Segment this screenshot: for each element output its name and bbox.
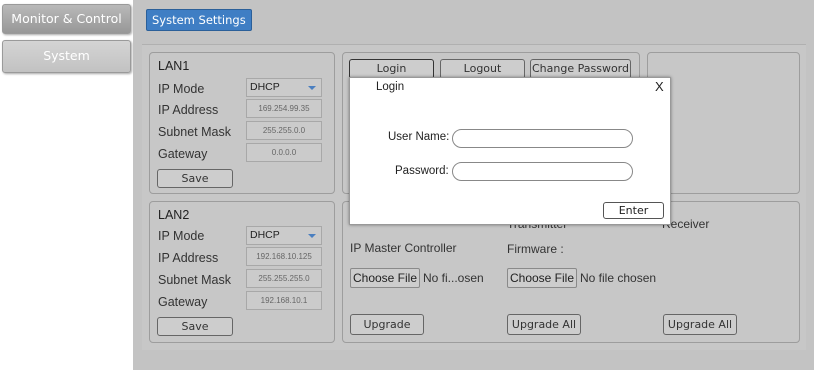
file-status-master: No fi...osen [423, 271, 484, 285]
lan1-subnet-label: Subnet Mask [158, 125, 231, 139]
login-button[interactable]: Login [349, 59, 434, 79]
lan2-ip-address-label: IP Address [158, 251, 219, 265]
enter-button[interactable]: Enter [603, 202, 664, 219]
lan2-ip-mode-value: DHCP [250, 229, 280, 241]
nav-system[interactable]: System [2, 40, 131, 73]
chevron-down-icon [308, 234, 316, 238]
nav-monitor-control[interactable]: Monitor & Control [2, 4, 131, 34]
change-password-button[interactable]: Change Password [530, 59, 631, 79]
username-label: User Name: [388, 131, 450, 143]
close-icon[interactable]: X [655, 79, 664, 94]
lan1-ip-address-label: IP Address [158, 103, 219, 117]
choose-file-button-firmware[interactable]: Choose File [507, 268, 577, 288]
lan2-subnet-label: Subnet Mask [158, 273, 231, 287]
username-input[interactable] [452, 129, 633, 148]
firmware-label: Firmware : [507, 242, 564, 256]
password-input[interactable] [452, 162, 633, 181]
lan2-ip-mode-select[interactable]: DHCP [246, 226, 322, 245]
lan1-ip-mode-select[interactable]: DHCP [246, 78, 322, 97]
lan1-save-button[interactable]: Save [157, 169, 233, 188]
lan1-title: LAN1 [158, 59, 190, 73]
logout-button[interactable]: Logout [440, 59, 525, 79]
ip-master-controller-label: IP Master Controller [350, 241, 457, 255]
lan1-ip-mode-value: DHCP [250, 81, 280, 93]
lan2-subnet-field[interactable]: 255.255.255.0 [246, 269, 322, 288]
lan1-ip-mode-label: IP Mode [158, 82, 205, 96]
lan2-gateway-label: Gateway [158, 295, 208, 309]
lan1-subnet-field[interactable]: 255.255.0.0 [246, 121, 322, 140]
file-status-firmware: No file chosen [580, 271, 657, 285]
lan2-title: LAN2 [158, 208, 190, 222]
lan1-gateway-label: Gateway [158, 147, 208, 161]
upgrade-all-button-transmitter[interactable]: Upgrade All [507, 314, 581, 335]
modal-title: Login [376, 81, 405, 93]
upgrade-button[interactable]: Upgrade [350, 314, 424, 335]
lan2-gateway-field[interactable]: 192.168.10.1 [246, 291, 322, 310]
lan1-gateway-field[interactable]: 0.0.0.0 [246, 143, 322, 162]
lan2-save-button[interactable]: Save [157, 317, 233, 336]
lan2-ip-mode-label: IP Mode [158, 229, 205, 243]
password-label: Password: [395, 165, 449, 177]
tab-system-settings[interactable]: System Settings [146, 9, 252, 31]
lan1-ip-address-field[interactable]: 169.254.99.35 [246, 99, 322, 118]
lan2-ip-address-field[interactable]: 192.168.10.125 [246, 247, 322, 266]
upgrade-all-button-receiver[interactable]: Upgrade All [663, 314, 737, 335]
choose-file-button-master[interactable]: Choose File [350, 268, 420, 288]
chevron-down-icon [308, 86, 316, 90]
